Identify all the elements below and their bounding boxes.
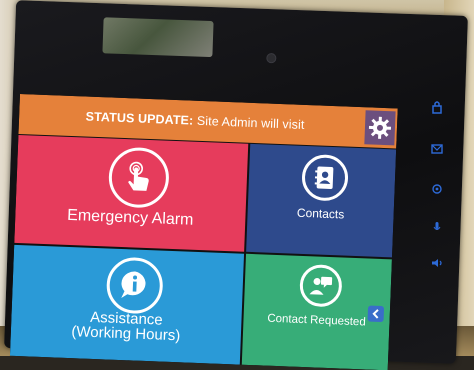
contacts-label: Contacts [296,205,345,222]
info-bubble-icon [121,271,146,299]
lock-icon [432,101,442,114]
contacts-tile[interactable]: Contacts [246,143,397,258]
side-key-call[interactable] [430,182,444,196]
gear-icon [368,116,392,139]
emergency-alarm-label: Emergency Alarm [66,206,194,229]
assistance-icon-circle [105,256,164,315]
address-book-icon [314,166,334,189]
chevron-left-icon [372,309,379,319]
speaker-icon [432,259,442,267]
touch-hand-icon [128,161,149,191]
status-label: STATUS UPDATE: [85,109,194,128]
contact-requested-tile[interactable]: Contact Requested [241,253,392,370]
phone-icon [432,184,442,194]
settings-button[interactable] [364,110,396,146]
envelope-icon [431,144,443,154]
contacts-icon-circle [301,153,349,202]
camera-lens [266,52,277,64]
side-key-speaker[interactable] [430,256,444,270]
side-key-mic[interactable] [430,220,444,234]
mic-icon [433,222,441,230]
assistance-label: Assistance (Working Hours) [11,307,242,346]
emergency-icon-circle [107,146,171,209]
back-button[interactable] [367,305,385,323]
status-message: Site Admin will visit [196,113,305,132]
chat-person-icon [309,276,333,295]
contact-requested-icon-circle [299,263,343,308]
emergency-alarm-tile[interactable]: Emergency Alarm [14,134,249,252]
side-key-mail[interactable] [430,142,444,156]
touch-screen: STATUS UPDATE: Site Admin will visit Eme… [9,94,398,370]
assistance-tile[interactable]: Assistance (Working Hours) [9,244,245,365]
side-touch-keys [430,96,450,276]
window-reflection [102,17,214,58]
side-key-lock[interactable] [430,100,444,114]
